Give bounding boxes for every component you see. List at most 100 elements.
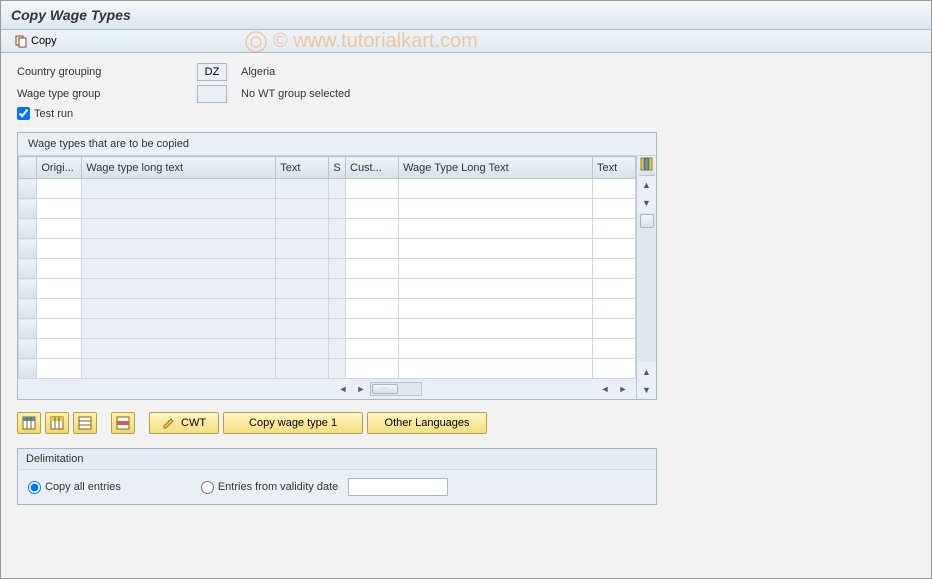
row-selector[interactable] (19, 339, 37, 359)
cell-text-2[interactable] (593, 319, 636, 339)
cell-origi[interactable] (37, 319, 82, 339)
cell-wage-type-long-text-2[interactable] (399, 219, 593, 239)
hscroll-track-left[interactable]: ··· (370, 382, 422, 396)
row-selector[interactable] (19, 279, 37, 299)
copy-button[interactable]: Copy (9, 33, 62, 49)
scroll-right-icon[interactable]: ► (352, 380, 370, 398)
cell-cust[interactable] (346, 219, 399, 239)
row-selector[interactable] (19, 299, 37, 319)
scroll-left-icon-2[interactable]: ◄ (596, 380, 614, 398)
wage-type-group-input[interactable] (197, 85, 227, 103)
cell-text-2[interactable] (593, 179, 636, 199)
table-config-button[interactable] (639, 156, 655, 176)
insert-row-button[interactable] (111, 412, 135, 434)
cell-cust[interactable] (346, 339, 399, 359)
col-text[interactable]: Text (276, 157, 329, 179)
col-origi[interactable]: Origi... (37, 157, 82, 179)
cell-cust[interactable] (346, 239, 399, 259)
table-row[interactable] (19, 199, 636, 219)
col-wage-type-long-text-2[interactable]: Wage Type Long Text (399, 157, 593, 179)
table-row[interactable] (19, 299, 636, 319)
cell-cust[interactable] (346, 259, 399, 279)
copy-all-entries-option[interactable]: Copy all entries (28, 481, 121, 494)
row-selector[interactable] (19, 199, 37, 219)
cell-text-2[interactable] (593, 219, 636, 239)
cell-text-2[interactable] (593, 339, 636, 359)
cell-cust[interactable] (346, 179, 399, 199)
cell-wage-type-long-text-2[interactable] (399, 179, 593, 199)
cell-wage-type-long-text-2[interactable] (399, 199, 593, 219)
scroll-right-icon-2[interactable]: ► (614, 380, 632, 398)
select-all-button[interactable] (17, 412, 41, 434)
cell-wage-type-long-text-2[interactable] (399, 359, 593, 379)
cell-text-2[interactable] (593, 299, 636, 319)
wage-types-panel-title: Wage types that are to be copied (18, 133, 656, 156)
cell-wage-type-long-text (82, 319, 276, 339)
row-selector[interactable] (19, 319, 37, 339)
table-row[interactable] (19, 239, 636, 259)
action-button-row: CWT Copy wage type 1 Other Languages (17, 412, 915, 434)
scroll-up-icon-2[interactable]: ▲ (638, 363, 656, 381)
cell-origi[interactable] (37, 339, 82, 359)
table-row[interactable] (19, 259, 636, 279)
cell-origi[interactable] (37, 219, 82, 239)
cell-wage-type-long-text-2[interactable] (399, 279, 593, 299)
row-selector[interactable] (19, 359, 37, 379)
cell-origi[interactable] (37, 279, 82, 299)
other-languages-button[interactable]: Other Languages (367, 412, 487, 434)
row-selector[interactable] (19, 179, 37, 199)
entries-from-date-radio[interactable] (201, 481, 214, 494)
table-settings-button[interactable] (73, 412, 97, 434)
test-run-checkbox[interactable] (17, 107, 30, 120)
entries-from-date-option[interactable]: Entries from validity date (201, 481, 338, 494)
cell-text-2[interactable] (593, 279, 636, 299)
cell-cust[interactable] (346, 279, 399, 299)
cell-text-2[interactable] (593, 199, 636, 219)
cell-origi[interactable] (37, 259, 82, 279)
cell-text-2[interactable] (593, 359, 636, 379)
cell-origi[interactable] (37, 299, 82, 319)
row-selector-header[interactable] (19, 157, 37, 179)
cell-wage-type-long-text-2[interactable] (399, 239, 593, 259)
cell-text-2[interactable] (593, 259, 636, 279)
cell-wage-type-long-text-2[interactable] (399, 299, 593, 319)
col-cust[interactable]: Cust... (346, 157, 399, 179)
cell-cust[interactable] (346, 319, 399, 339)
deselect-all-button[interactable] (45, 412, 69, 434)
table-row[interactable] (19, 179, 636, 199)
cell-s (329, 359, 346, 379)
scroll-up-icon[interactable]: ▲ (638, 176, 656, 194)
wage-types-table[interactable]: Origi... Wage type long text Text S Cust… (18, 156, 636, 379)
col-text-2[interactable]: Text (593, 157, 636, 179)
cell-cust[interactable] (346, 359, 399, 379)
cell-origi[interactable] (37, 239, 82, 259)
scroll-down-icon-2[interactable]: ▼ (638, 381, 656, 399)
row-selector[interactable] (19, 239, 37, 259)
table-row[interactable] (19, 279, 636, 299)
table-row[interactable] (19, 359, 636, 379)
country-grouping-input[interactable] (197, 63, 227, 81)
cell-text-2[interactable] (593, 239, 636, 259)
cell-origi[interactable] (37, 199, 82, 219)
table-row[interactable] (19, 219, 636, 239)
table-row[interactable] (19, 319, 636, 339)
col-s[interactable]: S (329, 157, 346, 179)
cell-wage-type-long-text-2[interactable] (399, 259, 593, 279)
cell-cust[interactable] (346, 199, 399, 219)
table-row[interactable] (19, 339, 636, 359)
col-wage-type-long-text[interactable]: Wage type long text (82, 157, 276, 179)
validity-date-input[interactable] (348, 478, 448, 496)
scroll-down-icon[interactable]: ▼ (638, 194, 656, 212)
cell-wage-type-long-text-2[interactable] (399, 339, 593, 359)
scroll-left-icon[interactable]: ◄ (334, 380, 352, 398)
cwt-button[interactable]: CWT (149, 412, 219, 434)
cell-wage-type-long-text-2[interactable] (399, 319, 593, 339)
row-selector[interactable] (19, 259, 37, 279)
copy-wage-type-1-button[interactable]: Copy wage type 1 (223, 412, 363, 434)
row-selector[interactable] (19, 219, 37, 239)
vscroll-track[interactable] (638, 213, 656, 362)
copy-all-entries-radio[interactable] (28, 481, 41, 494)
cell-origi[interactable] (37, 359, 82, 379)
cell-origi[interactable] (37, 179, 82, 199)
cell-cust[interactable] (346, 299, 399, 319)
